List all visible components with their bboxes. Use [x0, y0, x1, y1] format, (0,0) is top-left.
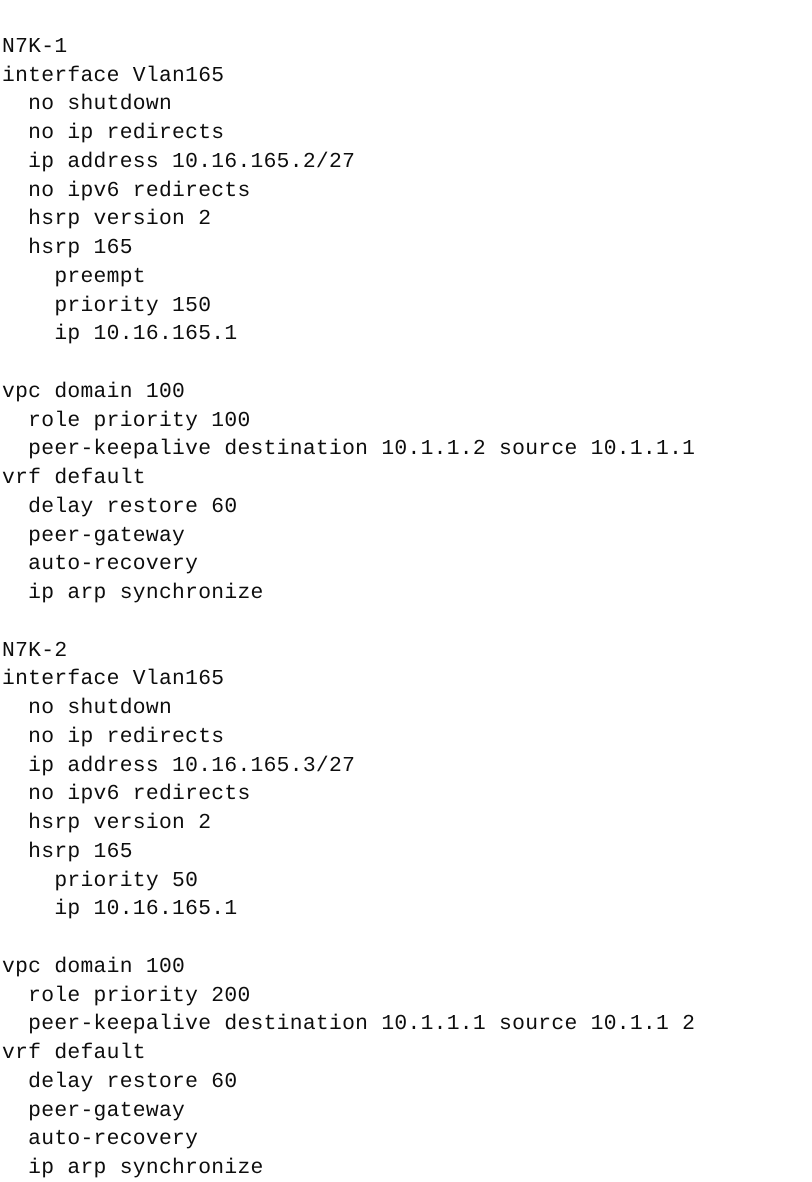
config-line-no-ip-redirects-b: no ip redirects	[2, 724, 225, 749]
config-line-hsrp-version-b: hsrp version 2	[2, 811, 212, 835]
config-text-block: N7K-1 interface Vlan165 no shutdown no ip…	[0, 0, 812, 1182]
config-line-no-shutdown-a: no shutdown	[2, 92, 173, 117]
config-line-role-priority-b: role priority 200	[2, 983, 251, 1008]
config-blank-line-2	[2, 608, 812, 637]
config-line-delay-restore-b: delay restore 60	[2, 1069, 238, 1094]
config-line-no-ip-redirects-a: no ip redirects	[2, 121, 225, 145]
config-line-peer-keepalive-b: peer-keepalive destination 10.1.1.1 sour…	[2, 1012, 696, 1037]
config-line-vpc-domain-b: vpc domain 100	[2, 954, 186, 979]
device-label-n7k-1: N7K-1	[2, 34, 68, 59]
config-line-hsrp-vip-a: ip 10.16.165.1	[2, 322, 238, 347]
config-line-hsrp-vip-b: ip 10.16.165.1	[2, 897, 238, 922]
device-label-n7k-2: N7K-2	[2, 638, 68, 663]
config-blank-line-1	[2, 349, 812, 378]
config-line-peer-gateway-b: peer-gateway	[2, 1098, 186, 1123]
config-line-peer-keepalive-a: peer-keepalive destination 10.1.1.2 sour…	[2, 437, 696, 462]
config-line-ip-arp-synchronize-a: ip arp synchronize	[2, 581, 264, 605]
config-line-no-shutdown-b: no shutdown	[2, 696, 173, 720]
config-line-vrf-default-a: vrf default	[2, 466, 146, 490]
config-line-no-ipv6-redirects-a: no ipv6 redirects	[2, 178, 251, 203]
config-line-vrf-default-b: vrf default	[2, 1041, 146, 1065]
config-line-interface-vlan165-a: interface Vlan165	[2, 63, 225, 88]
config-line-preempt-a: preempt	[2, 264, 146, 289]
config-line-auto-recovery-a: auto-recovery	[2, 552, 199, 577]
config-line-ip-address-b: ip address 10.16.165.3/27	[2, 753, 356, 778]
config-line-ip-arp-synchronize-b: ip arp synchronize	[2, 1156, 264, 1180]
config-line-role-priority-a: role priority 100	[2, 408, 251, 433]
config-line-ip-address-a: ip address 10.16.165.2/27	[2, 149, 356, 174]
configuration-listing: N7K-1 interface Vlan165 no shutdown no ip…	[0, 0, 812, 1180]
config-line-hsrp-version-a: hsrp version 2	[2, 207, 212, 232]
config-line-delay-restore-a: delay restore 60	[2, 494, 238, 519]
config-line-hsrp-priority-a: priority 150	[2, 293, 212, 318]
config-line-peer-gateway-a: peer-gateway	[2, 523, 186, 548]
config-line-hsrp-priority-b: priority 50	[2, 868, 199, 893]
config-line-hsrp-group-b: hsrp 165	[2, 839, 133, 864]
config-line-hsrp-group-a: hsrp 165	[2, 236, 133, 260]
config-line-no-ipv6-redirects-b: no ipv6 redirects	[2, 782, 251, 807]
config-blank-line-3	[2, 924, 812, 953]
config-line-vpc-domain-a: vpc domain 100	[2, 379, 186, 404]
config-line-interface-vlan165-b: interface Vlan165	[2, 667, 225, 692]
config-code: N7K-1 interface Vlan165 no shutdown no ip…	[2, 33, 812, 1182]
